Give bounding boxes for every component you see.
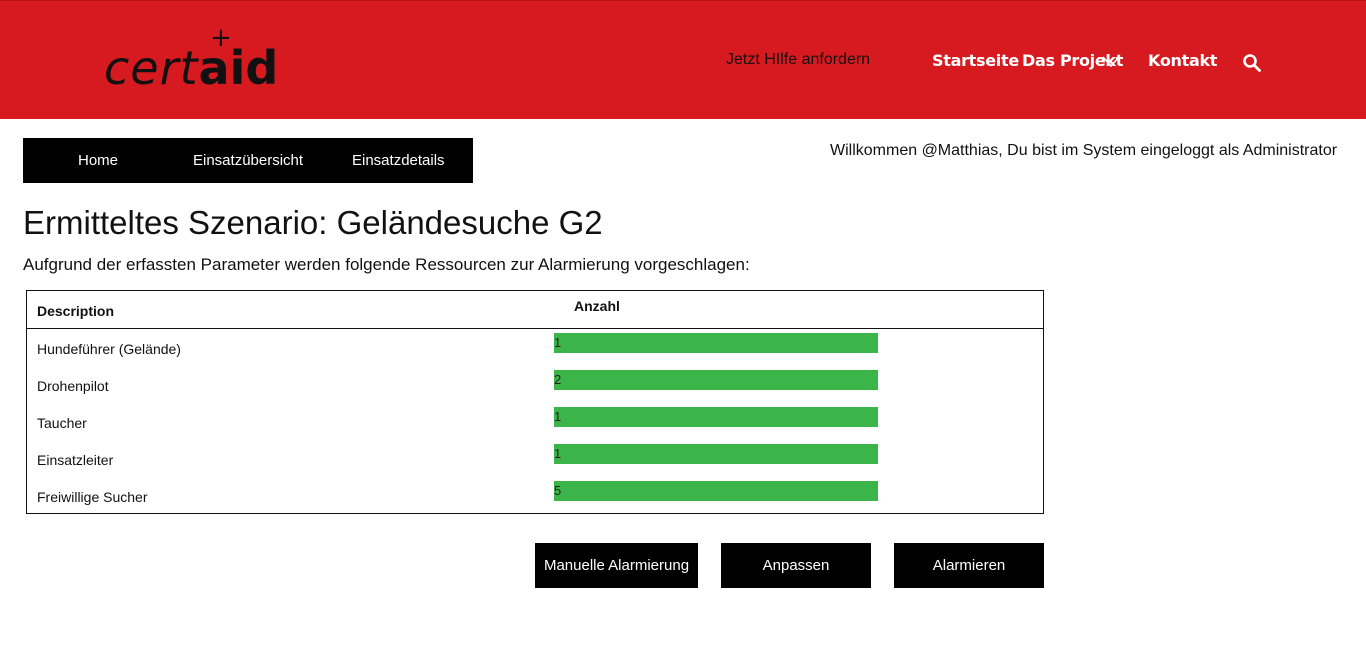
logo-text-cert: cert: [104, 41, 199, 95]
sub-navigation: Home Einsatzübersicht Einsatzdetails: [23, 138, 473, 183]
nav-startseite[interactable]: Startseite: [932, 51, 1019, 70]
manual-alarm-button[interactable]: Manuelle Alarmierung: [535, 543, 698, 588]
logo-plus-mark: +: [210, 23, 232, 53]
count-value: 5: [554, 483, 562, 498]
count-bar: 1: [554, 333, 878, 353]
intro-text: Aufgrund der erfassten Parameter werden …: [23, 255, 750, 274]
page-title: Ermitteltes Szenario: Geländesuche G2: [23, 204, 603, 241]
count-value: 1: [554, 335, 562, 350]
column-header-description: Description: [37, 303, 115, 319]
row-description: Drohenpilot: [37, 378, 109, 394]
row-description: Freiwillige Sucher: [37, 489, 148, 505]
chevron-down-icon[interactable]: [1101, 53, 1121, 69]
site-header: cert aid + Jetzt HIlfe anfordern Startse…: [0, 0, 1366, 119]
subnav-home[interactable]: Home: [78, 152, 118, 169]
column-header-count: Anzahl: [574, 298, 620, 314]
count-bar: 1: [554, 444, 878, 464]
nav-kontakt[interactable]: Kontakt: [1148, 51, 1217, 70]
certaid-logo[interactable]: cert aid +: [104, 25, 278, 95]
table-header: Description Anzahl: [27, 291, 1043, 329]
search-icon[interactable]: [1242, 53, 1262, 73]
count-value: 1: [554, 446, 562, 461]
count-bar: 5: [554, 481, 878, 501]
subnav-einsatzdetails[interactable]: Einsatzdetails: [352, 152, 445, 169]
subnav-einsatzuebersicht[interactable]: Einsatzübersicht: [193, 152, 303, 169]
row-description: Taucher: [37, 415, 87, 431]
request-help-link[interactable]: Jetzt HIlfe anfordern: [726, 51, 870, 69]
row-description: Hundeführer (Gelände): [37, 341, 181, 357]
resources-table: Description Anzahl Hundeführer (Gelände)…: [26, 290, 1044, 514]
welcome-message: Willkommen @Matthias, Du bist im System …: [830, 142, 1338, 159]
count-bar: 1: [554, 407, 878, 427]
row-description: Einsatzleiter: [37, 452, 114, 468]
count-value: 1: [554, 409, 562, 424]
count-bar: 2: [554, 370, 878, 390]
adjust-button[interactable]: Anpassen: [721, 543, 871, 588]
alarm-button[interactable]: Alarmieren: [894, 543, 1044, 588]
count-value: 2: [554, 372, 562, 387]
